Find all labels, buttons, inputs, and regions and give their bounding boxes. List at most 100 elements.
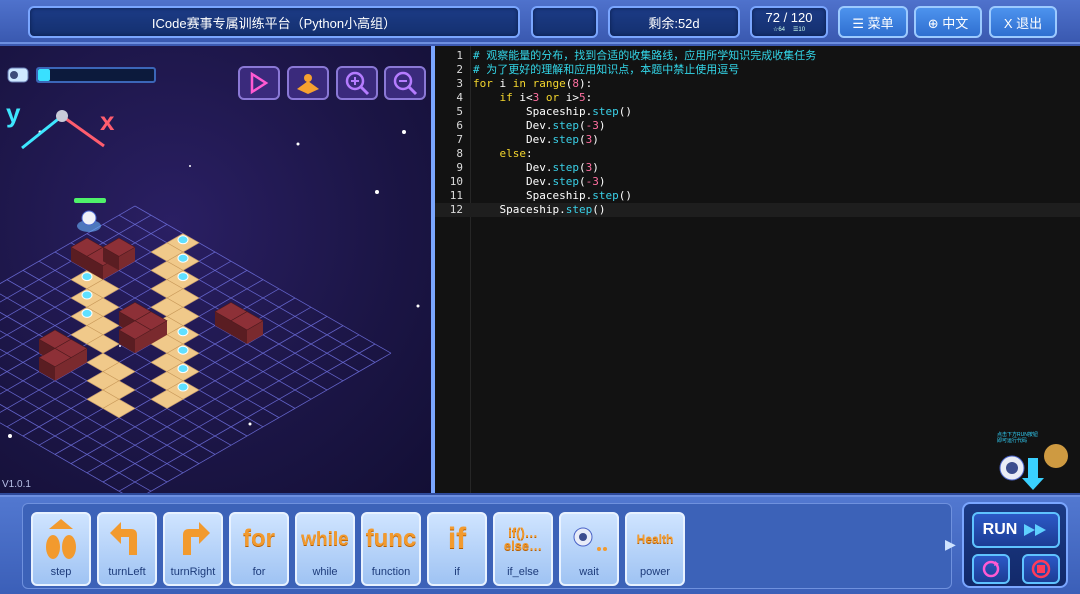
energy-gem-icon (177, 382, 189, 392)
helper-robot-icon (999, 444, 1068, 490)
code-line[interactable]: 10 Dev.step(-3) (435, 175, 1080, 189)
block-if-else[interactable]: if()… else… if_else (493, 512, 553, 586)
function-icon: func (365, 525, 417, 552)
line-number: 3 (456, 77, 463, 90)
if_else-icon: if()… else… (503, 525, 543, 553)
block-label: if (454, 566, 460, 578)
code-text[interactable]: Dev.step(-3) (473, 119, 606, 133)
if-icon: if (447, 522, 467, 555)
energy-gem-icon (81, 272, 93, 282)
code-text[interactable]: for i in range(8): (473, 77, 592, 91)
app-window: ICode赛事专属训练平台（Python小高组） 剩余:52d 72 / 120… (0, 0, 1080, 594)
language-button[interactable]: ⊕ 中文 (914, 6, 982, 38)
block-step[interactable]: step (31, 512, 91, 586)
block-label: if_else (507, 566, 539, 578)
block-function[interactable]: func function (361, 512, 421, 586)
score-value: 72 / 120 (765, 10, 813, 25)
code-text[interactable]: Spaceship.step() (473, 203, 605, 217)
code-line[interactable]: 7 Dev.step(3) (435, 133, 1080, 147)
code-text[interactable]: Dev.step(3) (473, 133, 599, 147)
run-button[interactable]: RUN (972, 512, 1060, 548)
refresh-icon (982, 560, 1000, 578)
code-text[interactable]: if i<3 or i>5: (473, 91, 593, 105)
block-power[interactable]: Health power (625, 512, 685, 586)
code-text[interactable]: # 观察能量的分布，找到合适的收集路线，应用所学知识完成收集任务 (473, 49, 816, 63)
bottom-bar: step turnLeft turnRight for for while while fun… (0, 495, 1080, 594)
line-number: 4 (456, 91, 463, 104)
block-turnright[interactable]: turnRight (163, 512, 223, 586)
for-icon: for (243, 525, 275, 552)
block-wait[interactable]: wait (559, 512, 619, 586)
block-label: wait (579, 566, 599, 578)
zoom-out-icon[interactable] (384, 66, 426, 100)
code-text[interactable]: Spaceship.step() (473, 105, 632, 119)
code-line[interactable]: 8 else: (435, 147, 1080, 161)
battery-icon (7, 67, 29, 83)
line-number: 12 (449, 203, 463, 216)
stop-button[interactable] (1022, 554, 1060, 584)
line-number: 5 (456, 105, 463, 118)
energy-gem-icon (81, 308, 93, 318)
app-title: ICode赛事专属训练平台（Python小高组） (28, 6, 520, 38)
code-line[interactable]: 1 # 观察能量的分布，找到合适的收集路线，应用所学知识完成收集任务 (435, 49, 1080, 63)
block-label: function (371, 566, 411, 578)
code-line[interactable]: 3 for i in range(8): (435, 77, 1080, 91)
axis-y-label: y (6, 98, 21, 128)
code-line[interactable]: 4 if i<3 or i>5: (435, 91, 1080, 105)
blank-panel (531, 6, 598, 38)
code-line[interactable]: 6 Dev.step(-3) (435, 119, 1080, 133)
block-label: turnRight (170, 566, 216, 578)
energy-gem-icon (177, 327, 189, 337)
run-label: RUN (982, 521, 1018, 538)
version-label: V1.0.1 (2, 479, 31, 490)
while-icon: while (301, 528, 349, 550)
block-label: power (640, 566, 670, 578)
game-scene (0, 110, 420, 493)
top-bar: ICode赛事专属训练平台（Python小高组） 剩余:52d 72 / 120… (0, 0, 1080, 44)
code-text[interactable]: Dev.step(3) (473, 161, 599, 175)
fast-forward-icon (1024, 524, 1047, 536)
energy-gem-icon (177, 253, 189, 263)
turn-right-icon (165, 514, 221, 564)
reset-button[interactable] (972, 554, 1010, 584)
stat-a: ☆64 (772, 27, 785, 33)
wait-icon (561, 514, 617, 564)
energy-bar (36, 67, 156, 83)
block-while[interactable]: while while (295, 512, 355, 586)
exit-button[interactable]: X 退出 (989, 6, 1057, 38)
turn-left-icon (99, 514, 155, 564)
code-line[interactable]: 5 Spaceship.step() (435, 105, 1080, 119)
code-text[interactable]: # 为了更好的理解和应用知识点，本题中禁止使用逗号 (473, 63, 739, 77)
line-number: 2 (456, 63, 463, 76)
line-number: 11 (449, 189, 463, 202)
block-label: for (252, 566, 266, 578)
code-line[interactable]: 12 Spaceship.step() (435, 203, 1080, 217)
code-editor[interactable]: 1 # 观察能量的分布，找到合适的收集路线，应用所学知识完成收集任务 2 # 为了更好… (435, 46, 1080, 493)
line-number: 6 (456, 119, 463, 132)
score-panel: 72 / 120 ☆64 ☰10 (750, 6, 828, 38)
zoom-in-icon[interactable] (336, 66, 378, 100)
energy-gem-icon (177, 272, 189, 282)
wall-blocks (38, 237, 264, 381)
code-text[interactable]: else: (473, 147, 533, 161)
menu-button[interactable]: ☰ 菜单 (838, 6, 908, 38)
block-label: step (50, 566, 72, 578)
code-text[interactable]: Dev.step(-3) (473, 175, 606, 189)
code-line[interactable]: 2 # 为了更好的理解和应用知识点，本题中禁止使用逗号 (435, 63, 1080, 77)
stars (8, 130, 420, 438)
code-line[interactable]: 9 Dev.step(3) (435, 161, 1080, 175)
code-line[interactable]: 11 Spaceship.step() (435, 189, 1080, 203)
map-icon[interactable] (287, 66, 329, 100)
play-speed-icon[interactable] (238, 66, 280, 100)
game-view[interactable]: y x V1.0.1 (0, 46, 431, 493)
axis-indicator (21, 110, 105, 150)
stop-icon (1031, 559, 1051, 579)
line-number: 7 (456, 133, 463, 146)
tray-next-icon[interactable]: ▶ (945, 536, 959, 556)
block-for[interactable]: for for (229, 512, 289, 586)
block-if[interactable]: if if (427, 512, 487, 586)
step-icon (33, 514, 89, 564)
block-turnleft[interactable]: turnLeft (97, 512, 157, 586)
line-number: 9 (456, 161, 463, 174)
code-text[interactable]: Spaceship.step() (473, 189, 632, 203)
